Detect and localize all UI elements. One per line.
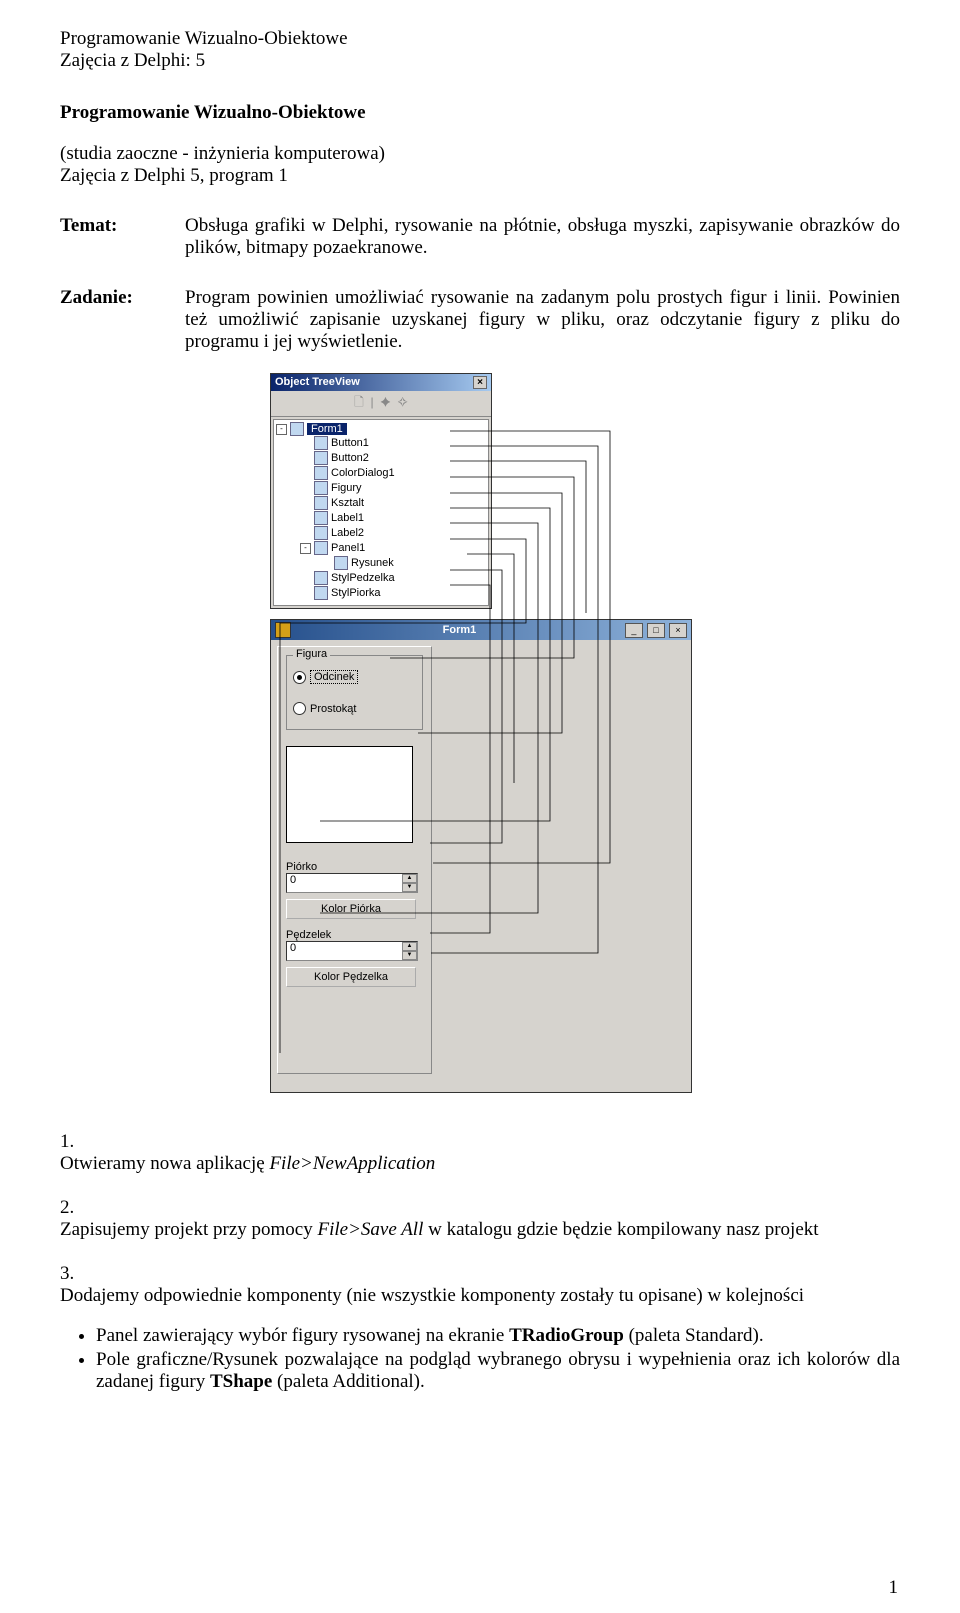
radio-label: Prostokąt	[310, 703, 356, 715]
close-icon[interactable]: ×	[669, 623, 687, 638]
page-number: 1	[889, 1577, 899, 1599]
tree-root[interactable]: Form1	[307, 423, 347, 435]
step-2-num: 2.	[60, 1197, 900, 1219]
tree-subitem[interactable]: Rysunek	[276, 556, 486, 571]
object-treeview-panel: Object TreeView × 🗋 | ✦ ✧ - Form1 Button1…	[270, 373, 492, 609]
close-icon[interactable]: ×	[473, 376, 487, 389]
bullet-list: Panel zawierający wybór figury rysowanej…	[96, 1325, 900, 1393]
spin-up-icon[interactable]: ▲	[402, 874, 417, 883]
step-3-num: 3.	[60, 1263, 900, 1285]
tree-item[interactable]: StylPiorka	[276, 586, 486, 601]
app-icon	[275, 622, 291, 638]
piorko-label: Piórko	[286, 861, 423, 873]
doc-header-1: Programowanie Wizualno-Obiektowe	[60, 28, 900, 50]
radio-dot	[293, 702, 306, 715]
spin-up-icon[interactable]: ▲	[402, 942, 417, 951]
doc-title: Programowanie Wizualno-Obiektowe	[60, 102, 900, 124]
pedzelek-value: 0	[287, 942, 402, 960]
treeview-body: - Form1 Button1 Button2 ColorDialog1 Figu…	[273, 419, 489, 606]
radio-odcinek[interactable]: Odcinek	[293, 670, 416, 684]
doc-header-2: Zajęcia z Delphi: 5	[60, 50, 900, 72]
screenshot-figure: Object TreeView × 🗋 | ✦ ✧ - Form1 Button1…	[270, 373, 690, 1093]
tree-item[interactable]: Figury	[276, 481, 486, 496]
tree-item[interactable]: Label1	[276, 511, 486, 526]
spin-down-icon[interactable]: ▼	[402, 951, 417, 960]
tree-item[interactable]: StylPedzelka	[276, 571, 486, 586]
radio-prostokat[interactable]: Prostokąt	[293, 702, 416, 715]
tree-item[interactable]: ColorDialog1	[276, 466, 486, 481]
collapse-icon[interactable]: -	[276, 424, 287, 435]
radio-dot-selected	[293, 671, 306, 684]
tree-item[interactable]: Label2	[276, 526, 486, 541]
temat-text: Obsługa grafiki w Delphi, rysowanie na p…	[185, 215, 900, 259]
pedzelek-input[interactable]: 0 ▲▼	[286, 941, 418, 961]
doc-subtitle-1: (studia zaoczne - inżynieria komputerowa…	[60, 143, 900, 165]
left-panel: Figura Odcinek Prostokąt Piórko	[277, 646, 432, 1074]
minimize-icon[interactable]: _	[625, 623, 643, 638]
form1-window: Form1 _ □ × Figura Odcinek	[270, 619, 692, 1093]
treeview-toolbar: 🗋 | ✦ ✧	[271, 391, 491, 417]
step-1-text: Otwieramy nowa aplikację File>NewApplica…	[60, 1153, 900, 1175]
maximize-icon[interactable]: □	[647, 623, 665, 638]
bullet-2: Pole graficzne/Rysunek pozwalające na po…	[96, 1349, 900, 1393]
zadanie-label: Zadanie:	[60, 287, 185, 353]
step-3-text: Dodajemy odpowiednie komponenty (nie wsz…	[60, 1285, 900, 1307]
zadanie-text: Program powinien umożliwiać rysowanie na…	[185, 287, 900, 353]
form-icon	[290, 422, 304, 436]
treeview-title-text: Object TreeView	[275, 376, 360, 389]
temat-label: Temat:	[60, 215, 185, 259]
step-1-num: 1.	[60, 1131, 900, 1153]
tree-item[interactable]: -Panel1	[276, 541, 486, 556]
piorko-input[interactable]: 0 ▲▼	[286, 873, 418, 893]
tree-item[interactable]: Ksztalt	[276, 496, 486, 511]
shape-preview	[286, 746, 413, 843]
step-2-text: Zapisujemy projekt przy pomocy File>Save…	[60, 1219, 900, 1241]
tree-item[interactable]: Button2	[276, 451, 486, 466]
form1-title-text: Form1	[295, 624, 624, 636]
pedzelek-label: Pędzelek	[286, 929, 423, 941]
radio-label: Odcinek	[310, 670, 358, 684]
doc-subtitle-2: Zajęcia z Delphi 5, program 1	[60, 165, 900, 187]
form1-titlebar: Form1 _ □ ×	[271, 620, 691, 640]
figura-group-title: Figura	[293, 648, 330, 660]
treeview-titlebar: Object TreeView ×	[271, 374, 491, 391]
tree-item[interactable]: Button1	[276, 436, 486, 451]
kolor-piorka-button[interactable]: Kolor Piórka	[286, 899, 416, 919]
piorko-value: 0	[287, 874, 402, 892]
spin-down-icon[interactable]: ▼	[402, 883, 417, 892]
bullet-1: Panel zawierający wybór figury rysowanej…	[96, 1325, 900, 1347]
kolor-pedzelka-button[interactable]: Kolor Pędzelka	[286, 967, 416, 987]
figura-group: Figura Odcinek Prostokąt	[286, 655, 423, 730]
